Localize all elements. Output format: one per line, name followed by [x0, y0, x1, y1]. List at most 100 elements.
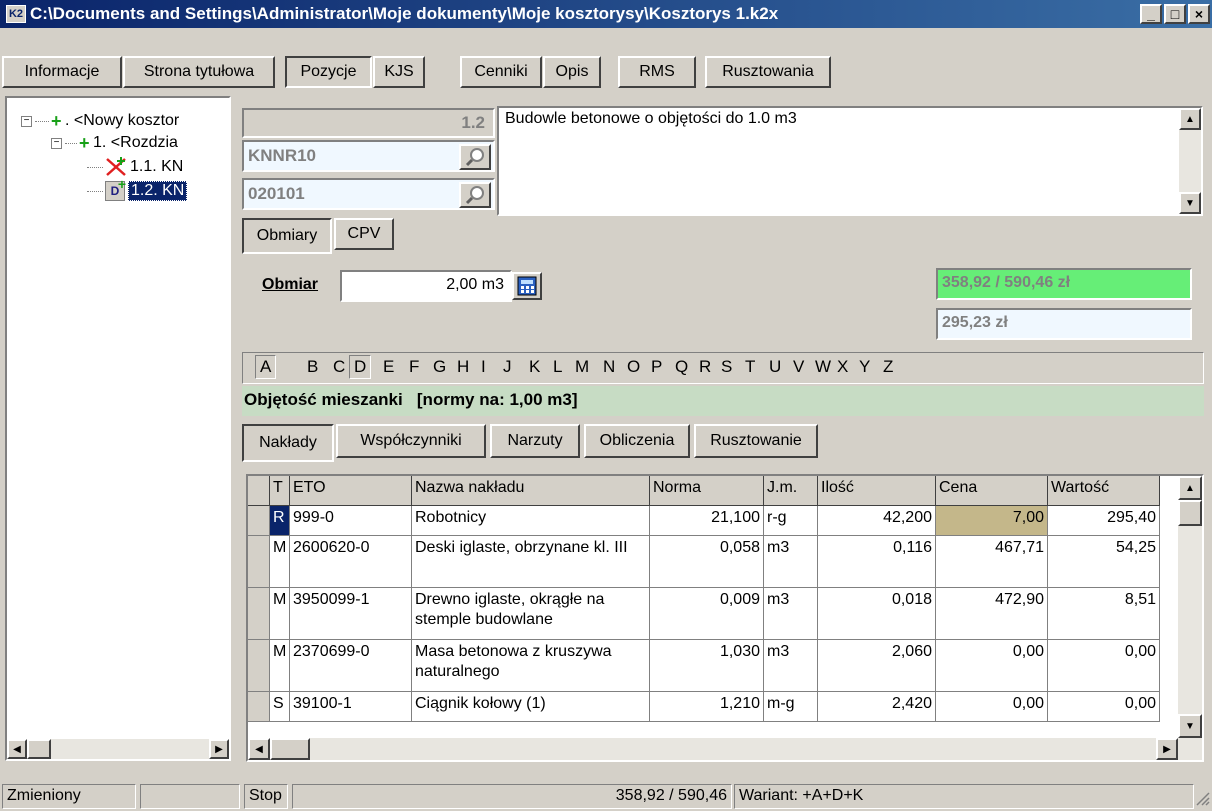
row-header[interactable] [248, 588, 270, 640]
grid-cell-name[interactable]: Drewno iglaste, okrągłe na stemple budow… [412, 588, 650, 640]
scroll-down-icon[interactable]: ▼ [1179, 192, 1201, 214]
variant-letter-d[interactable]: D [349, 355, 372, 379]
grid-cell-t[interactable]: M [270, 588, 290, 640]
tree-view[interactable]: − + . <Nowy kosztor − + 1. <Rozdzia 1.1.… [5, 96, 231, 761]
variant-letter-h[interactable]: H [457, 357, 469, 377]
scroll-up-icon[interactable]: ▲ [1178, 476, 1202, 500]
grid-cell-eto[interactable]: 3950099-1 [290, 588, 412, 640]
tab-informacje[interactable]: Informacje [2, 56, 122, 88]
grid-cell-eto[interactable]: 2370699-0 [290, 640, 412, 692]
grid-cell-norma[interactable]: 1,030 [650, 640, 764, 692]
variant-letter-i[interactable]: I [481, 357, 486, 377]
grid-cell-ilosc[interactable]: 0,116 [818, 536, 936, 588]
tab-rusztowanie[interactable]: Rusztowanie [694, 424, 818, 458]
row-header[interactable] [248, 692, 270, 722]
grid-cell-wartosc[interactable]: 0,00 [1048, 640, 1160, 692]
variant-letter-k[interactable]: K [529, 357, 540, 377]
variant-letter-s[interactable]: S [721, 357, 732, 377]
obmiar-input[interactable]: 2,00 m3 [340, 270, 512, 302]
grid-cell-name[interactable]: Masa betonowa z kruszywa naturalnego [412, 640, 650, 692]
close-button[interactable]: × [1188, 4, 1210, 24]
grid-cell-ilosc[interactable]: 0,018 [818, 588, 936, 640]
variant-letter-x[interactable]: X [837, 357, 848, 377]
tab-rms[interactable]: RMS [618, 56, 696, 88]
collapse-icon[interactable]: − [51, 137, 62, 149]
search-icon[interactable] [459, 144, 491, 170]
code-field[interactable]: 020101 [242, 178, 495, 210]
column-header[interactable]: Wartość [1048, 476, 1160, 506]
minimize-button[interactable]: _ [1140, 4, 1162, 24]
variant-letter-j[interactable]: J [503, 357, 512, 377]
grid-cell-jm[interactable]: r-g [764, 506, 818, 536]
column-header[interactable]: Norma [650, 476, 764, 506]
grid-cell-eto[interactable]: 999-0 [290, 506, 412, 536]
variant-letter-y[interactable]: Y [859, 357, 870, 377]
tab-opis[interactable]: Opis [543, 56, 601, 88]
tab-cenniki[interactable]: Cenniki [460, 56, 542, 88]
column-header[interactable]: Cena [936, 476, 1048, 506]
variant-letter-t[interactable]: T [745, 357, 755, 377]
tree-item-chapter[interactable]: − + 1. <Rozdzia [51, 132, 178, 154]
grid-corner[interactable] [248, 476, 270, 506]
grid-cell-jm[interactable]: m-g [764, 692, 818, 722]
grid-cell-jm[interactable]: m3 [764, 588, 818, 640]
grid-cell-norma[interactable]: 21,100 [650, 506, 764, 536]
scroll-thumb[interactable] [27, 739, 51, 759]
tab-kjs[interactable]: KJS [373, 56, 425, 88]
variant-letter-n[interactable]: N [603, 357, 615, 377]
grid-cell-cena[interactable]: 0,00 [936, 640, 1048, 692]
grid-cell-ilosc[interactable]: 2,060 [818, 640, 936, 692]
grid-cell-norma[interactable]: 1,210 [650, 692, 764, 722]
variant-letter-c[interactable]: C [333, 357, 345, 377]
tree-item-pos-1-2[interactable]: D + 1.2. KN [87, 176, 188, 202]
tree-item-pos-1-1[interactable]: 1.1. KN [87, 156, 183, 178]
grid-cell-wartosc[interactable]: 0,00 [1048, 692, 1160, 722]
column-header[interactable]: J.m. [764, 476, 818, 506]
description-vscrollbar[interactable]: ▲ ▼ [1179, 108, 1201, 214]
variant-letter-a[interactable]: A [255, 355, 277, 379]
row-header[interactable] [248, 536, 270, 588]
tree-hscrollbar[interactable]: ◀ ▶ [7, 739, 229, 759]
variant-letter-z[interactable]: Z [883, 357, 893, 377]
variant-letter-e[interactable]: E [383, 357, 394, 377]
variant-letter-r[interactable]: R [699, 357, 711, 377]
grid-cell-t[interactable]: S [270, 692, 290, 722]
grid-cell-name[interactable]: Robotnicy [412, 506, 650, 536]
title-bar[interactable]: K2 C:\Documents and Settings\Administrat… [0, 0, 1212, 28]
calculator-icon[interactable] [512, 272, 542, 300]
variant-letter-p[interactable]: P [651, 357, 662, 377]
variant-letter-l[interactable]: L [553, 357, 562, 377]
variant-letter-o[interactable]: O [627, 357, 640, 377]
scroll-right-icon[interactable]: ▶ [1156, 738, 1178, 760]
resize-grip-icon[interactable] [1194, 790, 1210, 806]
grid-vscrollbar[interactable]: ▲ ▼ [1178, 476, 1202, 738]
column-header[interactable]: ETO [290, 476, 412, 506]
scroll-left-icon[interactable]: ◀ [248, 738, 270, 760]
scroll-up-icon[interactable]: ▲ [1179, 108, 1201, 130]
grid-cell-norma[interactable]: 0,058 [650, 536, 764, 588]
tree-item-root[interactable]: − + . <Nowy kosztor [21, 110, 179, 132]
scroll-right-icon[interactable]: ▶ [209, 739, 229, 759]
variant-letter-q[interactable]: Q [675, 357, 688, 377]
maximize-button[interactable]: □ [1164, 4, 1186, 24]
grid-cell-cena[interactable]: 7,00 [936, 506, 1048, 536]
scroll-thumb[interactable] [1178, 500, 1202, 526]
grid-cell-ilosc[interactable]: 2,420 [818, 692, 936, 722]
grid-cell-name[interactable]: Ciągnik kołowy (1) [412, 692, 650, 722]
variant-letter-u[interactable]: U [769, 357, 781, 377]
tab-narzuty[interactable]: Narzuty [490, 424, 580, 458]
tab-wspolczynniki[interactable]: Współczynniki [336, 424, 486, 458]
grid-hscrollbar[interactable]: ◀ ▶ [248, 738, 1202, 760]
grid-cell-t[interactable]: M [270, 536, 290, 588]
catalog-field[interactable]: KNNR10 [242, 140, 495, 172]
variant-letter-v[interactable]: V [793, 357, 804, 377]
resources-grid[interactable]: T ETO Nazwa nakładu Norma J.m. Ilość Cena Warto… [246, 474, 1204, 762]
column-header[interactable]: T [270, 476, 290, 506]
tab-pozycje[interactable]: Pozycje [285, 56, 372, 88]
variant-letter-w[interactable]: W [815, 357, 831, 377]
description-textarea[interactable]: Budowle betonowe o objętości do 1.0 m3 ▲… [497, 106, 1203, 216]
column-header[interactable]: Nazwa nakładu [412, 476, 650, 506]
grid-cell-norma[interactable]: 0,009 [650, 588, 764, 640]
grid-cell-name[interactable]: Deski iglaste, obrzynane kl. III [412, 536, 650, 588]
tab-strona-tytulowa[interactable]: Strona tytułowa [123, 56, 275, 88]
